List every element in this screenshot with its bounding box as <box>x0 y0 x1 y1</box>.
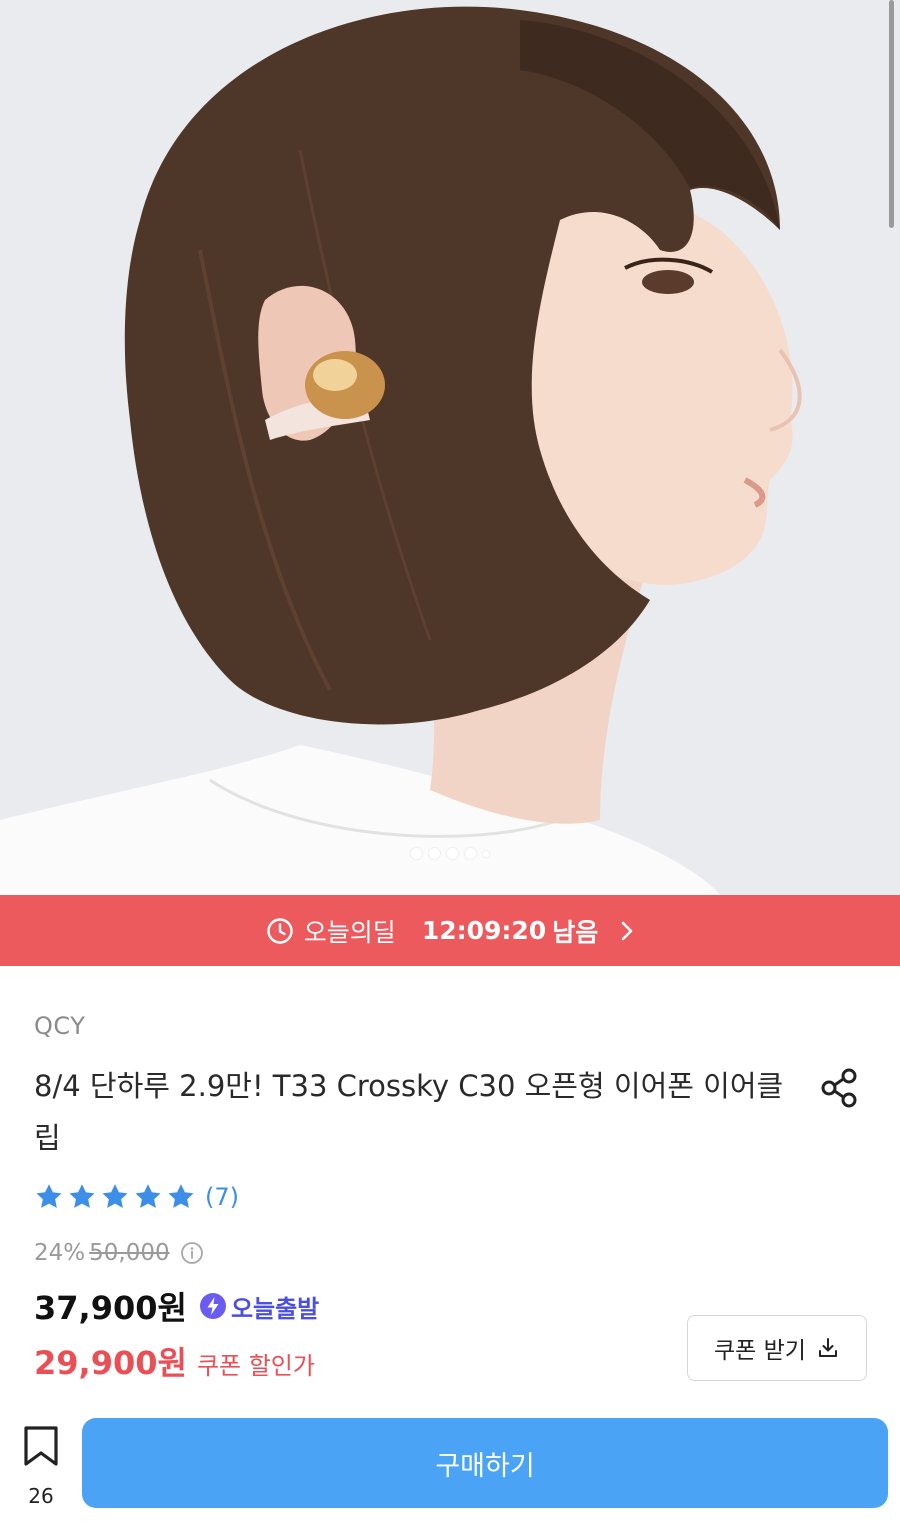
sale-price: 37,900원 <box>34 1289 187 1327</box>
star-icon <box>102 1184 128 1208</box>
today-shipping-text: 오늘출발 <box>230 1294 320 1323</box>
deal-countdown: 12:09:20 <box>421 916 547 945</box>
coupon-price: 29,900원 <box>34 1344 187 1382</box>
brand-name[interactable]: QCY <box>34 1012 85 1040</box>
todays-deal-bar[interactable]: 오늘의딜 12:09:20 남음 <box>0 895 900 966</box>
star-icon <box>36 1184 62 1208</box>
buy-button[interactable]: 구매하기 <box>82 1418 888 1508</box>
original-price-row: 24% 50,000 <box>34 1240 204 1266</box>
today-shipping-badge: 오늘출발 <box>199 1289 319 1324</box>
star-icon <box>69 1184 95 1208</box>
carousel-dot[interactable] <box>465 848 476 859</box>
scrollbar[interactable] <box>889 0 894 228</box>
price-row: 37,900원 오늘출발 <box>34 1283 319 1329</box>
original-price: 50,000 <box>89 1240 170 1266</box>
star-icon <box>135 1184 161 1208</box>
product-image-carousel[interactable] <box>0 0 900 895</box>
product-title: 8/4 단하루 2.9만! T33 Crossky C30 오픈형 이어폰 이어… <box>34 1069 784 1155</box>
bookmark-icon[interactable] <box>20 1425 62 1467</box>
review-count[interactable]: (7) <box>205 1183 239 1211</box>
buy-button-label: 구매하기 <box>435 1450 535 1482</box>
chevron-right-icon <box>621 921 633 940</box>
discount-rate: 24% <box>34 1240 86 1266</box>
get-coupon-button[interactable]: 쿠폰 받기 <box>687 1315 867 1381</box>
product-photo <box>0 0 900 895</box>
lightning-icon <box>199 1293 226 1319</box>
carousel-dot[interactable] <box>447 848 458 859</box>
share-icon[interactable] <box>818 1066 862 1110</box>
bookmark-count: 26 <box>28 1484 54 1508</box>
carousel-dot[interactable] <box>483 850 489 857</box>
download-icon <box>818 1338 837 1357</box>
rating[interactable]: (7) <box>34 1182 239 1212</box>
get-coupon-label: 쿠폰 받기 <box>714 1338 806 1364</box>
coupon-price-label: 쿠폰 할인가 <box>196 1352 315 1380</box>
star-icon <box>168 1184 194 1208</box>
star-rating <box>34 1182 199 1212</box>
deal-label: 오늘의딜 <box>303 917 396 947</box>
info-icon[interactable] <box>180 1241 204 1265</box>
deal-remain-text: 남음 <box>552 917 599 947</box>
carousel-dot[interactable] <box>429 848 440 859</box>
carousel-dots <box>0 848 900 859</box>
carousel-dot[interactable] <box>411 848 422 859</box>
clock-icon <box>267 917 293 944</box>
coupon-price-row: 29,900원 쿠폰 할인가 <box>34 1338 315 1384</box>
